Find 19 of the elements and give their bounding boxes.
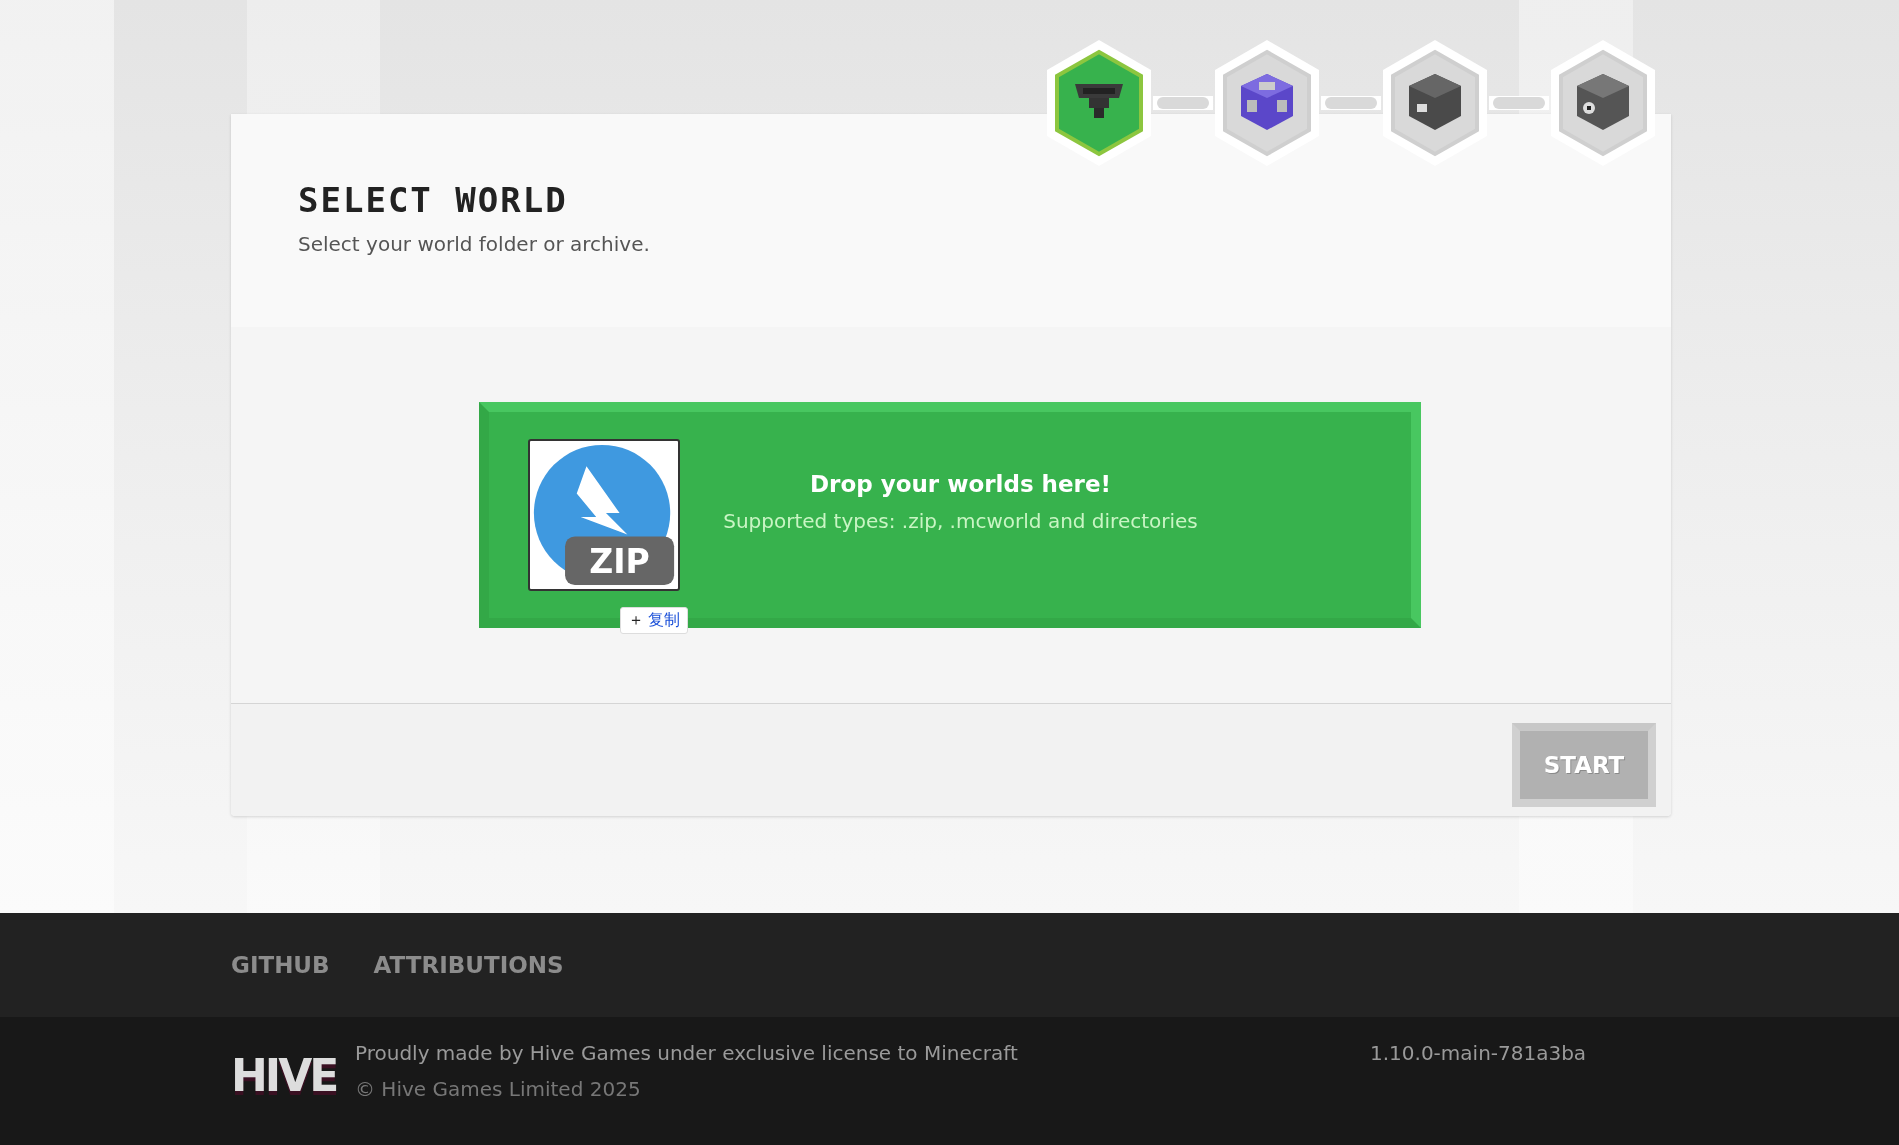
footer-link[interactable]: ATTRIBUTIONS [373, 952, 564, 978]
dispenser-icon [1577, 74, 1629, 130]
zip-file-icon: ZIP [528, 439, 680, 591]
version-text: 1.10.0-main-781a3ba [1370, 1041, 1587, 1067]
page-subtitle: Select your world folder or archive. [298, 232, 651, 256]
copy-button[interactable]: ＋ 复制 [620, 607, 688, 634]
furnace-icon [1409, 74, 1461, 130]
step-connector [1321, 96, 1381, 110]
page-title: SELECT WORLD [298, 180, 569, 220]
hive-logo: HIVE [231, 1049, 338, 1103]
hopper-icon [1075, 84, 1123, 118]
footer-link[interactable]: GITHUB [231, 952, 330, 978]
command-block-icon [1241, 74, 1293, 130]
credit-text: Proudly made by Hive Games under exclusive license to Minecraft [355, 1041, 1019, 1065]
step-connector [1489, 96, 1549, 110]
supported-types-note: Supported types: .zip, .mcworld and directories [723, 509, 1198, 533]
drop-heading: Drop your worlds here! [809, 471, 1112, 497]
copyright-text: © Hive Games Limited 2025 [355, 1077, 642, 1101]
step-connector [1153, 96, 1213, 110]
